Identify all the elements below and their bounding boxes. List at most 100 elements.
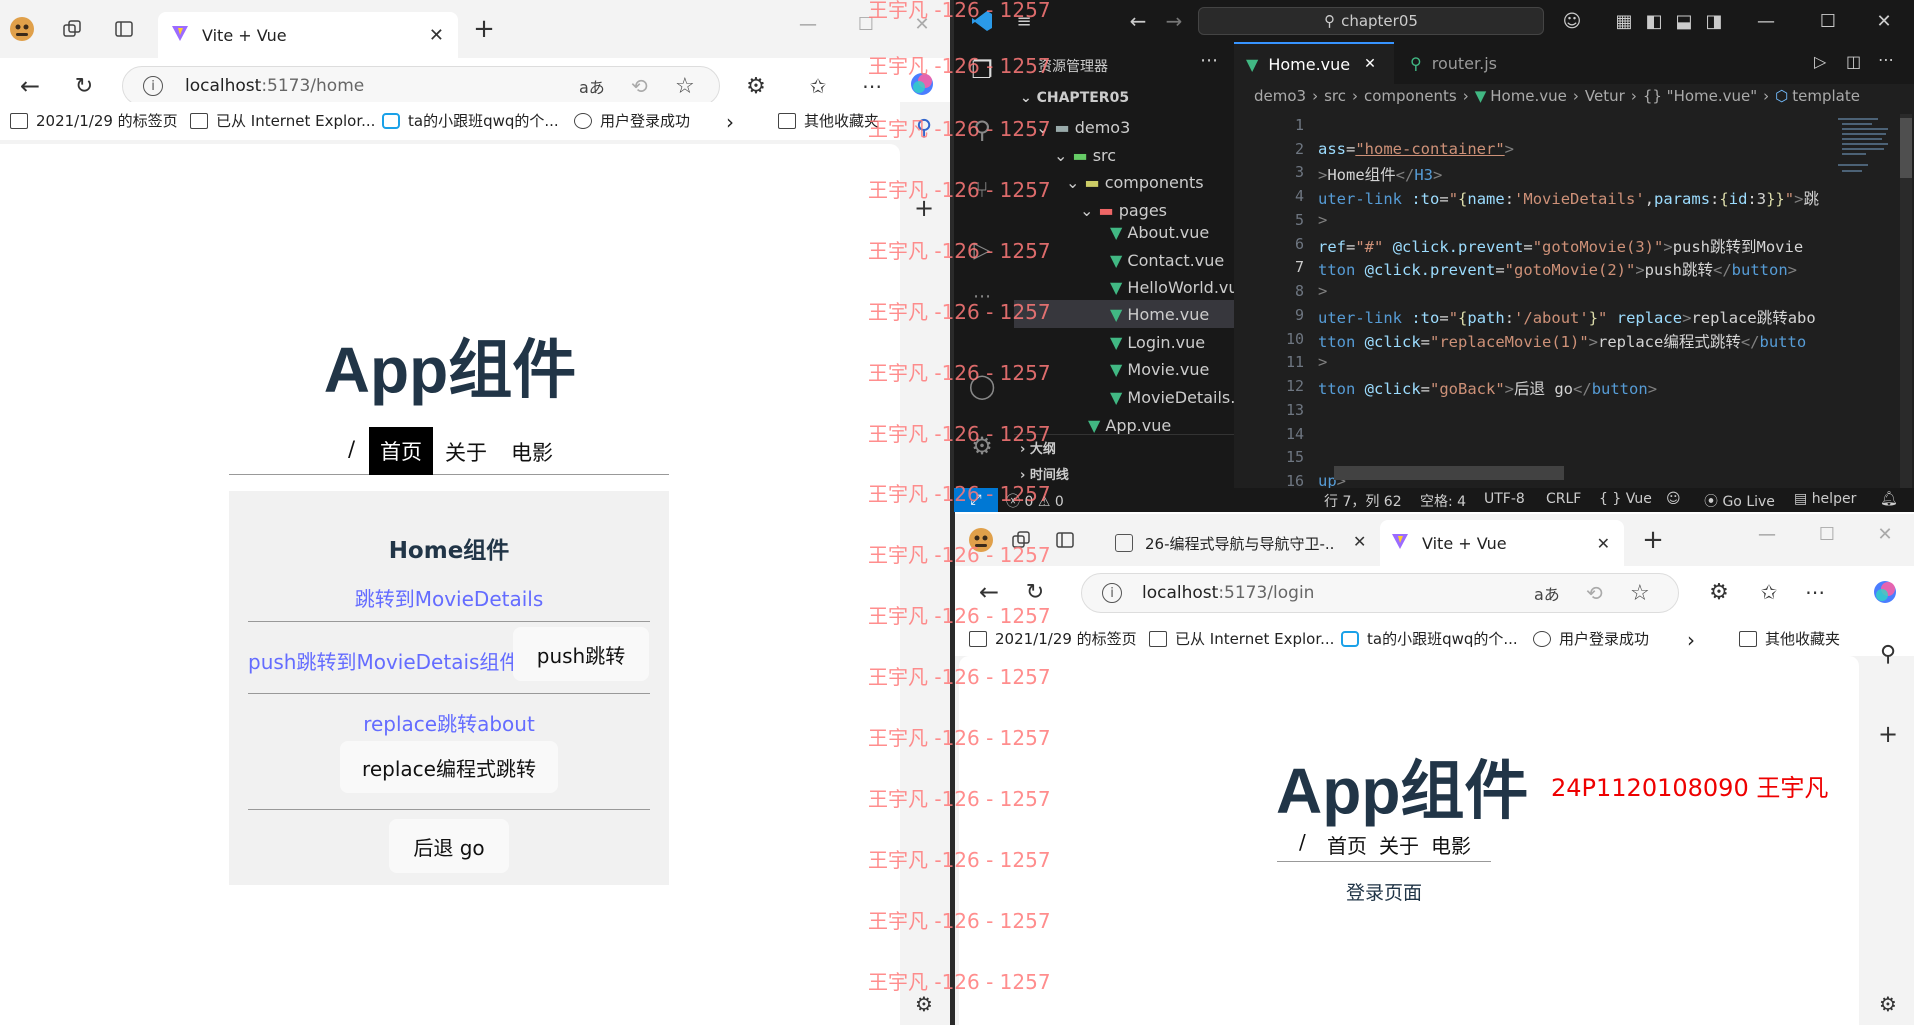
more-views-icon[interactable]: ⋯ <box>968 282 996 310</box>
breadcrumb-item[interactable]: demo3 <box>1254 87 1306 105</box>
nav-back-icon[interactable]: ← <box>1124 7 1152 35</box>
tree-file-active[interactable]: ▼ Home.vue <box>1110 305 1209 324</box>
add-sidebar-icon[interactable]: + <box>1874 720 1902 748</box>
replace-button[interactable]: replace编程式跳转 <box>340 741 558 793</box>
close-window-icon[interactable]: ✕ <box>908 10 936 38</box>
refresh-icon[interactable]: ↻ <box>70 72 98 100</box>
nav-link-home[interactable]: 首页 <box>1327 830 1367 859</box>
menu-icon[interactable]: ≡ <box>1010 7 1038 35</box>
copilot-icon[interactable] <box>1871 578 1899 606</box>
bookmark-item[interactable]: ta的小跟班qwq的个... <box>1341 628 1518 649</box>
more-bookmarks-icon[interactable]: › <box>1687 628 1695 652</box>
maximize-icon[interactable]: ☐ <box>852 10 880 38</box>
maximize-icon[interactable]: ☐ <box>1814 7 1842 35</box>
add-sidebar-icon[interactable]: + <box>910 194 938 222</box>
run-debug-icon[interactable]: ▷ <box>968 236 996 264</box>
vertical-tabs-icon[interactable] <box>110 15 138 43</box>
tree-root[interactable]: ⌄ CHAPTER05 <box>1020 90 1129 106</box>
problems-indicator[interactable]: ⓧ 0 ⚠ 0 <box>1006 491 1064 511</box>
extensions-icon[interactable]: ⚙ <box>742 72 770 100</box>
more-menu-icon[interactable]: ⋯ <box>858 72 886 100</box>
command-search-box[interactable]: ⚲ chapter05 <box>1198 7 1544 35</box>
address-bar[interactable]: i localhost:5173/login aあ ⟲ ☆ <box>1081 573 1679 613</box>
close-window-icon[interactable]: ✕ <box>1870 7 1898 35</box>
minimize-icon[interactable]: — <box>1753 520 1781 548</box>
toggle-secondary-sidebar-icon[interactable]: ◨ <box>1700 7 1728 35</box>
tree-file[interactable]: ▼ Login.vue <box>1110 333 1205 352</box>
sidebar-settings-icon[interactable]: ⚙ <box>1874 990 1902 1018</box>
copilot-status-icon[interactable]: ☺ <box>1666 491 1681 507</box>
nav-link-movie[interactable]: 电影 <box>1431 830 1471 859</box>
read-aloud-icon[interactable]: aあ <box>1534 581 1560 605</box>
search-icon[interactable]: ⚲ <box>1874 640 1902 668</box>
minimap[interactable] <box>1834 114 1894 194</box>
go-live-button[interactable]: ⦿ Go Live <box>1704 491 1775 511</box>
vertical-tabs-icon[interactable] <box>1051 526 1079 554</box>
address-bar[interactable]: i localhost:5173/home aあ ⟲ ☆ <box>122 66 720 106</box>
breadcrumb-item[interactable]: template <box>1792 87 1860 105</box>
profile-avatar-icon[interactable] <box>8 15 36 43</box>
explorer-more-icon[interactable]: ⋯ <box>1200 50 1218 71</box>
breadcrumb-item[interactable]: Vetur <box>1585 87 1625 105</box>
new-tab-icon[interactable]: + <box>470 14 498 44</box>
indentation[interactable]: 空格: 4 <box>1420 491 1466 511</box>
toggle-panel-icon[interactable]: ⬓ <box>1670 7 1698 35</box>
editor-more-icon[interactable]: ⋯ <box>1878 50 1894 69</box>
nav-link-about[interactable]: 关于 <box>1379 830 1419 859</box>
close-tab-icon[interactable]: ✕ <box>1364 56 1376 72</box>
source-control-icon[interactable]: ⑂ <box>968 176 996 204</box>
remote-icon[interactable]: ⤢ <box>954 488 998 512</box>
account-icon[interactable]: ◯ <box>968 372 996 400</box>
close-window-icon[interactable]: ✕ <box>1871 520 1899 548</box>
language-mode[interactable]: { } Vue <box>1599 491 1652 507</box>
favorites-icon[interactable]: ✩ <box>804 72 832 100</box>
tab-vite-vue[interactable]: Vite + Vue ✕ <box>1380 520 1624 566</box>
tree-file[interactable]: ▼ HelloWorld.vue <box>1110 278 1248 297</box>
notifications-icon[interactable]: 🔔︎ <box>1880 491 1898 507</box>
replace-link[interactable]: replace跳转about <box>229 708 669 737</box>
bookmark-item[interactable]: 2021/1/29 的标签页 <box>969 628 1137 649</box>
bookmark-item[interactable]: 用户登录成功 <box>574 110 690 131</box>
close-tab-icon[interactable]: ✕ <box>1353 532 1366 551</box>
workspaces-icon[interactable] <box>58 15 86 43</box>
more-bookmarks-icon[interactable]: › <box>726 110 734 134</box>
bookmark-item[interactable]: ta的小跟班qwq的个... <box>382 110 559 131</box>
bookmark-item[interactable]: 已从 Internet Explor... <box>190 110 375 131</box>
close-tab-icon[interactable]: ✕ <box>1597 534 1610 553</box>
favorites-icon[interactable]: ✩ <box>1755 578 1783 606</box>
tree-item[interactable]: ⌄ ▬ demo3 <box>1036 118 1130 137</box>
breadcrumb-item[interactable]: {} "Home.vue" <box>1643 87 1757 105</box>
nav-link-movie[interactable]: 电影 <box>511 437 553 467</box>
tab-router-js[interactable]: ⚲ router.js <box>1398 42 1548 84</box>
back-go-button[interactable]: 后退 go <box>389 819 509 873</box>
vertical-scrollbar[interactable] <box>1900 114 1912 494</box>
read-aloud-icon[interactable]: aあ <box>579 74 605 98</box>
tab-chapter26[interactable]: 26-编程式导航与导航守卫-... <box>1115 528 1335 558</box>
horizontal-scrollbar[interactable] <box>1334 466 1564 480</box>
more-menu-icon[interactable]: ⋯ <box>1801 578 1829 606</box>
timeline-section[interactable]: › 时间线 <box>1020 464 1069 483</box>
push-button[interactable]: push跳转 <box>513 627 649 681</box>
layout-icon[interactable]: ▦ <box>1610 7 1638 35</box>
helper-status[interactable]: ▤ helper <box>1794 491 1856 507</box>
search-icon[interactable]: ⚲ <box>910 114 938 142</box>
outline-section[interactable]: › 大纲 <box>1020 438 1056 457</box>
cursor-position[interactable]: 行 7，列 62 <box>1324 491 1402 511</box>
copilot-icon[interactable]: ☺ <box>1558 7 1586 35</box>
minimize-icon[interactable]: — <box>1752 7 1780 35</box>
movie-details-link[interactable]: 跳转到MovieDetails <box>229 583 669 612</box>
encoding[interactable]: UTF-8 <box>1484 491 1525 507</box>
tracking-icon[interactable]: ⟲ <box>631 74 648 98</box>
bookmark-item[interactable]: 其他收藏夹 <box>1739 628 1840 649</box>
back-icon[interactable]: ← <box>975 578 1003 606</box>
bookmark-item[interactable]: 已从 Internet Explor... <box>1149 628 1334 649</box>
new-tab-icon[interactable]: + <box>1639 525 1667 555</box>
refresh-icon[interactable]: ↻ <box>1021 578 1049 606</box>
extensions-icon[interactable]: ⚙ <box>1705 578 1733 606</box>
favorite-star-icon[interactable]: ☆ <box>675 74 695 99</box>
run-icon[interactable]: ▷ <box>1814 52 1826 71</box>
close-tab-icon[interactable]: ✕ <box>429 25 444 46</box>
copilot-icon[interactable] <box>908 70 936 98</box>
maximize-icon[interactable]: ☐ <box>1813 520 1841 548</box>
manage-gear-icon[interactable]: ⚙ <box>968 432 996 460</box>
